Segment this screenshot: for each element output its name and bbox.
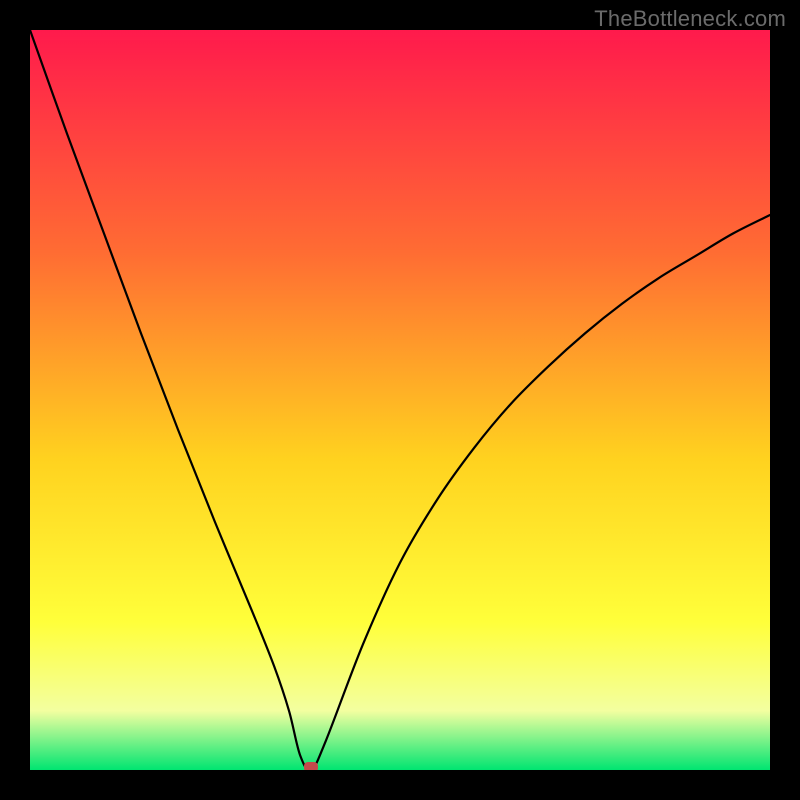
watermark-text: TheBottleneck.com bbox=[594, 6, 786, 32]
bottleneck-chart-svg bbox=[30, 30, 770, 770]
chart-frame: TheBottleneck.com bbox=[0, 0, 800, 800]
plot-area bbox=[30, 30, 770, 770]
gradient-background bbox=[30, 30, 770, 770]
minimum-point-marker bbox=[304, 762, 318, 770]
